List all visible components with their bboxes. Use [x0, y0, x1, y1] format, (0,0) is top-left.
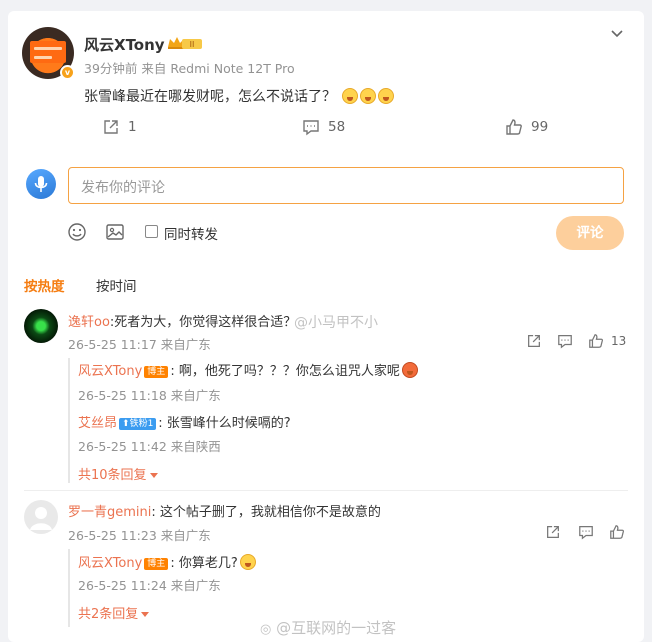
more-replies-link[interactable]: 共10条回复 [78, 464, 158, 483]
post-text: 张雪峰最近在哪发财呢，怎么不说话了？ [84, 86, 395, 106]
caret-down-icon [149, 473, 158, 478]
tab-time[interactable]: 按时间 [96, 275, 137, 295]
reply-thread-line [68, 358, 70, 483]
more-replies-link[interactable]: 共2条回复 [78, 603, 150, 622]
post-card: v 风云XTony II 39分钟前 来自 Redmi Note 12T Pro… [8, 11, 644, 642]
vip-crown-icon[interactable]: II [166, 36, 204, 50]
author-name[interactable]: 风云XTony [84, 34, 165, 55]
repost-icon[interactable] [545, 524, 561, 540]
repost-icon[interactable] [526, 333, 542, 349]
reply-meta: 26-5-25 11:42 来自陕西 [78, 439, 221, 454]
comment-icon[interactable] [557, 333, 573, 349]
reply-text: : 啊，他死了吗？？？你怎么诅咒人家呢 [170, 364, 400, 379]
image-icon[interactable] [105, 222, 125, 242]
comment-line: 罗一青gemini: 这个帖子删了，我就相信你不是故意的 [68, 501, 381, 520]
emoji-icon [239, 554, 256, 570]
comment-count: 58 [328, 119, 346, 135]
comment-like-count: 13 [611, 334, 627, 348]
comment-button[interactable]: 58 [302, 118, 345, 136]
thumbs-up-icon[interactable] [609, 524, 625, 540]
comment-icon[interactable] [578, 524, 594, 540]
comment-meta: 26-5-25 11:17 来自广东 [68, 337, 211, 352]
repost-count: 1 [128, 119, 137, 135]
reply-author[interactable]: 艾丝昂 [78, 416, 117, 431]
comment-avatar[interactable] [24, 500, 58, 534]
chevron-down-icon[interactable] [610, 27, 624, 41]
post-time-source: 39分钟前 来自 Redmi Note 12T Pro [84, 61, 295, 76]
fan-tag: ⬆铁粉1 [119, 418, 157, 430]
user-avatar[interactable] [26, 169, 56, 199]
like-button[interactable]: 99 [505, 118, 548, 136]
verified-icon: v [60, 65, 75, 80]
comment-meta: 26-5-25 11:23 来自广东 [68, 528, 211, 543]
comment-text: :死者为大，你觉得这样很合适？ [109, 315, 297, 330]
like-count: 99 [531, 119, 549, 135]
emoji-picker-icon[interactable] [67, 222, 87, 242]
repost-icon [104, 120, 118, 134]
author-tag: 博主 [144, 558, 169, 570]
emoji-icon [378, 88, 395, 104]
repost-label[interactable]: 同时转发 [164, 223, 218, 243]
comment-author[interactable]: 逸轩oo [68, 315, 110, 330]
comment-avatar[interactable] [24, 309, 58, 343]
comment-author[interactable]: 罗一青gemini [68, 505, 151, 520]
tab-hot[interactable]: 按热度 [24, 275, 65, 295]
microphone-icon [34, 176, 48, 192]
thumbs-up-icon[interactable] [588, 333, 604, 349]
submit-comment-button[interactable]: 评论 [556, 216, 624, 250]
comment-input[interactable]: 发布你的评论 [68, 167, 624, 204]
weibo-logo-icon: ◎ [260, 622, 272, 637]
caret-down-icon [141, 612, 150, 617]
repost-checkbox[interactable] [145, 225, 158, 238]
watermark: ◎ @互联网的一过客 [260, 619, 397, 637]
reply-line: 风云XTony 博主: 啊，他死了吗？？？你怎么诅咒人家呢 [78, 360, 418, 379]
watermark: @小马甲不小 [294, 315, 378, 331]
divider [24, 490, 628, 491]
default-avatar-icon [30, 507, 52, 530]
reply-line: 风云XTony 博主: 你算老几? [78, 552, 256, 571]
reply-text: : 张雪峰什么时候嗝的? [158, 416, 291, 431]
reply-meta: 26-5-25 11:18 来自广东 [78, 388, 221, 403]
reply-text: : 你算老几? [170, 556, 238, 571]
reply-author[interactable]: 风云XTony [78, 556, 142, 571]
repost-button[interactable]: 1 [102, 118, 137, 136]
thumbs-up-icon [506, 119, 522, 135]
reply-thread-line [68, 549, 70, 627]
comment-icon [303, 120, 319, 136]
reply-line: 艾丝昂 ⬆铁粉1: 张雪峰什么时候嗝的? [78, 412, 291, 431]
reply-meta: 26-5-25 11:24 来自广东 [78, 578, 221, 593]
reply-author[interactable]: 风云XTony [78, 364, 142, 379]
svg-text:II: II [190, 40, 195, 49]
author-tag: 博主 [144, 366, 169, 378]
emoji-icon [401, 362, 418, 378]
emoji-icon [360, 88, 377, 104]
emoji-icon [342, 88, 359, 104]
comment-line: 逸轩oo:死者为大，你觉得这样很合适？ [68, 311, 296, 330]
comment-text: : 这个帖子删了，我就相信你不是故意的 [151, 505, 381, 520]
